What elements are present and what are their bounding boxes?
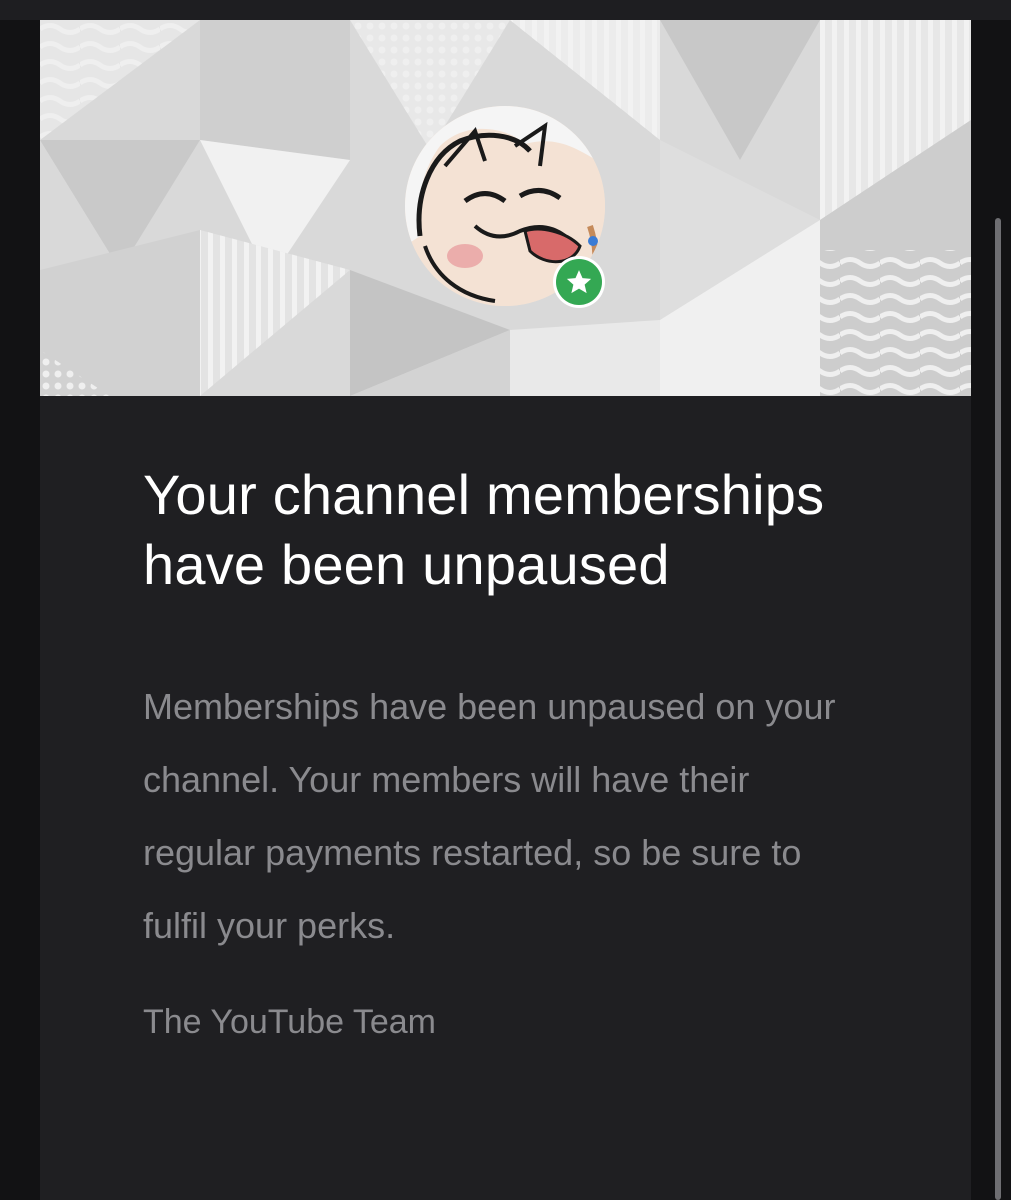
member-badge bbox=[553, 256, 605, 308]
member-badge-circle bbox=[556, 259, 602, 305]
channel-avatar-group bbox=[405, 106, 605, 308]
membership-banner bbox=[40, 20, 971, 396]
email-headline: Your channel memberships have been unpau… bbox=[143, 463, 825, 596]
email-body-text: Memberships have been unpaused on your c… bbox=[143, 686, 836, 946]
email-signoff: The YouTube Team bbox=[143, 1003, 437, 1041]
email-content: Your channel memberships have been unpau… bbox=[143, 460, 863, 1042]
star-icon bbox=[566, 270, 592, 294]
top-bar bbox=[0, 0, 1011, 20]
scrollbar[interactable] bbox=[995, 218, 1001, 1200]
email-card: Your channel memberships have been unpau… bbox=[40, 20, 971, 1200]
